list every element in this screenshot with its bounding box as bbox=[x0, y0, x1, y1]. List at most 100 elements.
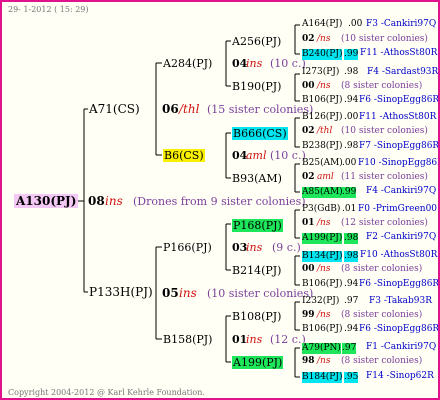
gen3-note-5: (8 sister colonies) bbox=[341, 264, 423, 274]
gen4-year-15: .95 bbox=[344, 372, 359, 383]
gen4-code-10[interactable]: B134(PJ) bbox=[302, 251, 343, 262]
gen4-breeder-10: F10 -AthosSt80R bbox=[360, 250, 438, 260]
gen1-queen-0[interactable]: A71(CS) bbox=[89, 103, 140, 115]
root-mark: ins bbox=[105, 194, 123, 208]
gen1-queen-1[interactable]: P133H(PJ) bbox=[89, 286, 153, 298]
gen4-breeder-4: F11 -AthosSt80R bbox=[359, 112, 437, 122]
gen2-queen-3[interactable]: B158(PJ) bbox=[163, 334, 212, 345]
gen4-year-7: .99 bbox=[342, 187, 357, 198]
gen3-mark-7: /ns bbox=[317, 356, 331, 366]
gen2-mark-2: ins bbox=[246, 241, 263, 254]
gen3-colony-5: 00 bbox=[302, 264, 315, 274]
gen3-colony-3: 02 bbox=[302, 172, 315, 182]
gen3-queen-7[interactable]: A199(PJ) bbox=[232, 356, 284, 369]
gen3-queen-6[interactable]: B108(PJ) bbox=[232, 311, 281, 322]
gen3-colony-7: 98 bbox=[302, 356, 315, 366]
gen4-breeder-0: F3 -Cankiri97Q bbox=[366, 19, 437, 29]
gen4-year-12: .97 bbox=[344, 296, 359, 306]
gen4-code-2[interactable]: I273(PJ) bbox=[302, 68, 339, 77]
gen3-mark-2: /thl bbox=[317, 126, 333, 136]
gen4-code-5[interactable]: B238(PJ) bbox=[302, 142, 342, 151]
gen3-colony-4: 01 bbox=[302, 218, 315, 228]
gen4-breeder-12: F3 -Takab93R bbox=[369, 296, 433, 306]
root-queen[interactable]: A130(PJ) bbox=[14, 194, 79, 208]
gen4-year-2: .98 bbox=[344, 67, 359, 77]
gen4-code-0[interactable]: A164(PJ) bbox=[302, 20, 342, 29]
gen3-queen-3[interactable]: B93(AM) bbox=[232, 173, 282, 184]
gen4-year-1: .99 bbox=[344, 49, 359, 60]
gen4-breeder-15: F14 -Sinop62R bbox=[366, 371, 434, 381]
gen3-note-6: (8 sister colonies) bbox=[341, 310, 423, 320]
gen4-code-4[interactable]: B126(PJ) bbox=[302, 113, 342, 122]
gen4-code-11[interactable]: B106(PJ) bbox=[302, 280, 342, 289]
gen3-note-2: (10 sister colonies) bbox=[341, 126, 428, 136]
gen3-queen-2[interactable]: B666(CS) bbox=[232, 127, 288, 140]
gen4-breeder-2: F4 -Sardast93R bbox=[367, 67, 439, 77]
gen4-year-14: .97 bbox=[342, 343, 357, 354]
gen4-year-3: .94 bbox=[344, 95, 359, 105]
gen2-note-2: (9 c.) bbox=[272, 241, 301, 254]
gen2-queen-2[interactable]: P166(PJ) bbox=[163, 242, 212, 253]
gen4-year-11: .94 bbox=[344, 279, 359, 289]
gen4-year-10: .98 bbox=[344, 251, 359, 262]
gen4-breeder-1: F11 -AthosSt80R bbox=[360, 48, 438, 58]
gen1-mark-0: /thl bbox=[179, 102, 200, 116]
gen3-note-1: (8 sister colonies) bbox=[341, 81, 423, 91]
gen1-note-0: (15 sister colonies) bbox=[207, 103, 314, 116]
gen3-note-3: (11 sister colonies) bbox=[341, 172, 428, 182]
gen1-colony-1: 05 bbox=[162, 286, 179, 300]
gen4-code-8[interactable]: P3(GdB) bbox=[302, 205, 340, 214]
gen3-note-4: (12 sister colonies) bbox=[341, 218, 428, 228]
gen4-code-7[interactable]: A85(AM) bbox=[302, 187, 343, 198]
gen1-colony-0: 06 bbox=[162, 102, 179, 116]
gen2-note-1: (10 c.) bbox=[270, 149, 306, 162]
gen4-breeder-11: F6 -SinopEgg86R bbox=[359, 279, 440, 289]
root-note: (Drones from 9 sister colonies) bbox=[133, 195, 306, 208]
gen4-code-1[interactable]: B240(PJ) bbox=[302, 49, 343, 60]
gen4-code-12[interactable]: I232(PJ) bbox=[302, 297, 339, 306]
gen4-year-13: .94 bbox=[344, 324, 359, 334]
gen3-colony-1: 00 bbox=[302, 81, 315, 91]
gen4-year-6: .00 bbox=[342, 158, 357, 168]
gen4-year-5: .98 bbox=[344, 141, 359, 151]
gen3-mark-4: /ns bbox=[317, 218, 331, 228]
gen4-breeder-5: F7 -SinopEgg86R bbox=[359, 141, 440, 151]
gen3-colony-0: 02 bbox=[302, 34, 315, 44]
gen4-year-8: .01 bbox=[342, 204, 357, 214]
gen3-mark-6: /ns bbox=[317, 310, 331, 320]
gen4-code-3[interactable]: B106(PJ) bbox=[302, 96, 342, 105]
gen4-breeder-7: F4 -Cankiri97Q bbox=[366, 186, 437, 196]
gen3-note-7: (8 sister colonies) bbox=[341, 356, 423, 366]
gen4-code-13[interactable]: B106(PJ) bbox=[302, 325, 342, 334]
gen4-code-6[interactable]: B25(AM) bbox=[302, 159, 343, 168]
gen3-mark-5: /ns bbox=[317, 264, 331, 274]
gen3-mark-0: /ns bbox=[317, 34, 331, 44]
gen4-breeder-3: F6 -SinopEgg86R bbox=[359, 95, 440, 105]
gen4-breeder-14: F1 -Cankiri97Q bbox=[366, 342, 437, 352]
gen2-queen-0[interactable]: A284(PJ) bbox=[163, 58, 212, 69]
gen3-queen-1[interactable]: B190(PJ) bbox=[232, 81, 281, 92]
gen4-code-9[interactable]: A199(PJ) bbox=[302, 233, 343, 244]
gen3-queen-5[interactable]: B214(PJ) bbox=[232, 265, 281, 276]
gen2-queen-1[interactable]: B6(CS) bbox=[163, 149, 205, 162]
gen4-year-9: .98 bbox=[344, 233, 359, 244]
gen3-mark-3: aml bbox=[317, 172, 334, 182]
gen2-note-0: (10 c.) bbox=[270, 57, 306, 70]
gen3-note-0: (10 sister colonies) bbox=[341, 34, 428, 44]
gen2-mark-3: ins bbox=[246, 333, 263, 346]
gen1-note-1: (10 sister colonies) bbox=[207, 287, 314, 300]
gen4-code-15[interactable]: B184(PJ) bbox=[302, 372, 343, 383]
gen4-breeder-13: F6 -SinopEgg86R bbox=[359, 324, 440, 334]
gen3-mark-1: /ns bbox=[317, 81, 331, 91]
copyright: Copyright 2004-2012 @ Karl Kehrle Founda… bbox=[8, 388, 205, 397]
gen3-queen-0[interactable]: A256(PJ) bbox=[232, 36, 281, 47]
gen4-breeder-9: F2 -Cankiri97Q bbox=[366, 232, 437, 242]
gen4-breeder-8: F0 -PrimGreen00 bbox=[358, 204, 438, 214]
root-colony-number: 08 bbox=[88, 194, 105, 208]
gen3-colony-6: 99 bbox=[302, 310, 315, 320]
pedigree-frame: 29- 1-2012 ( 15: 29) A130(PJ) 08 ins (Dr… bbox=[0, 0, 440, 400]
gen3-colony-2: 02 bbox=[302, 126, 315, 136]
gen3-queen-4[interactable]: P168(PJ) bbox=[232, 219, 283, 232]
gen1-mark-1: ins bbox=[179, 286, 197, 300]
gen4-code-14[interactable]: A79(PN) bbox=[302, 343, 341, 354]
